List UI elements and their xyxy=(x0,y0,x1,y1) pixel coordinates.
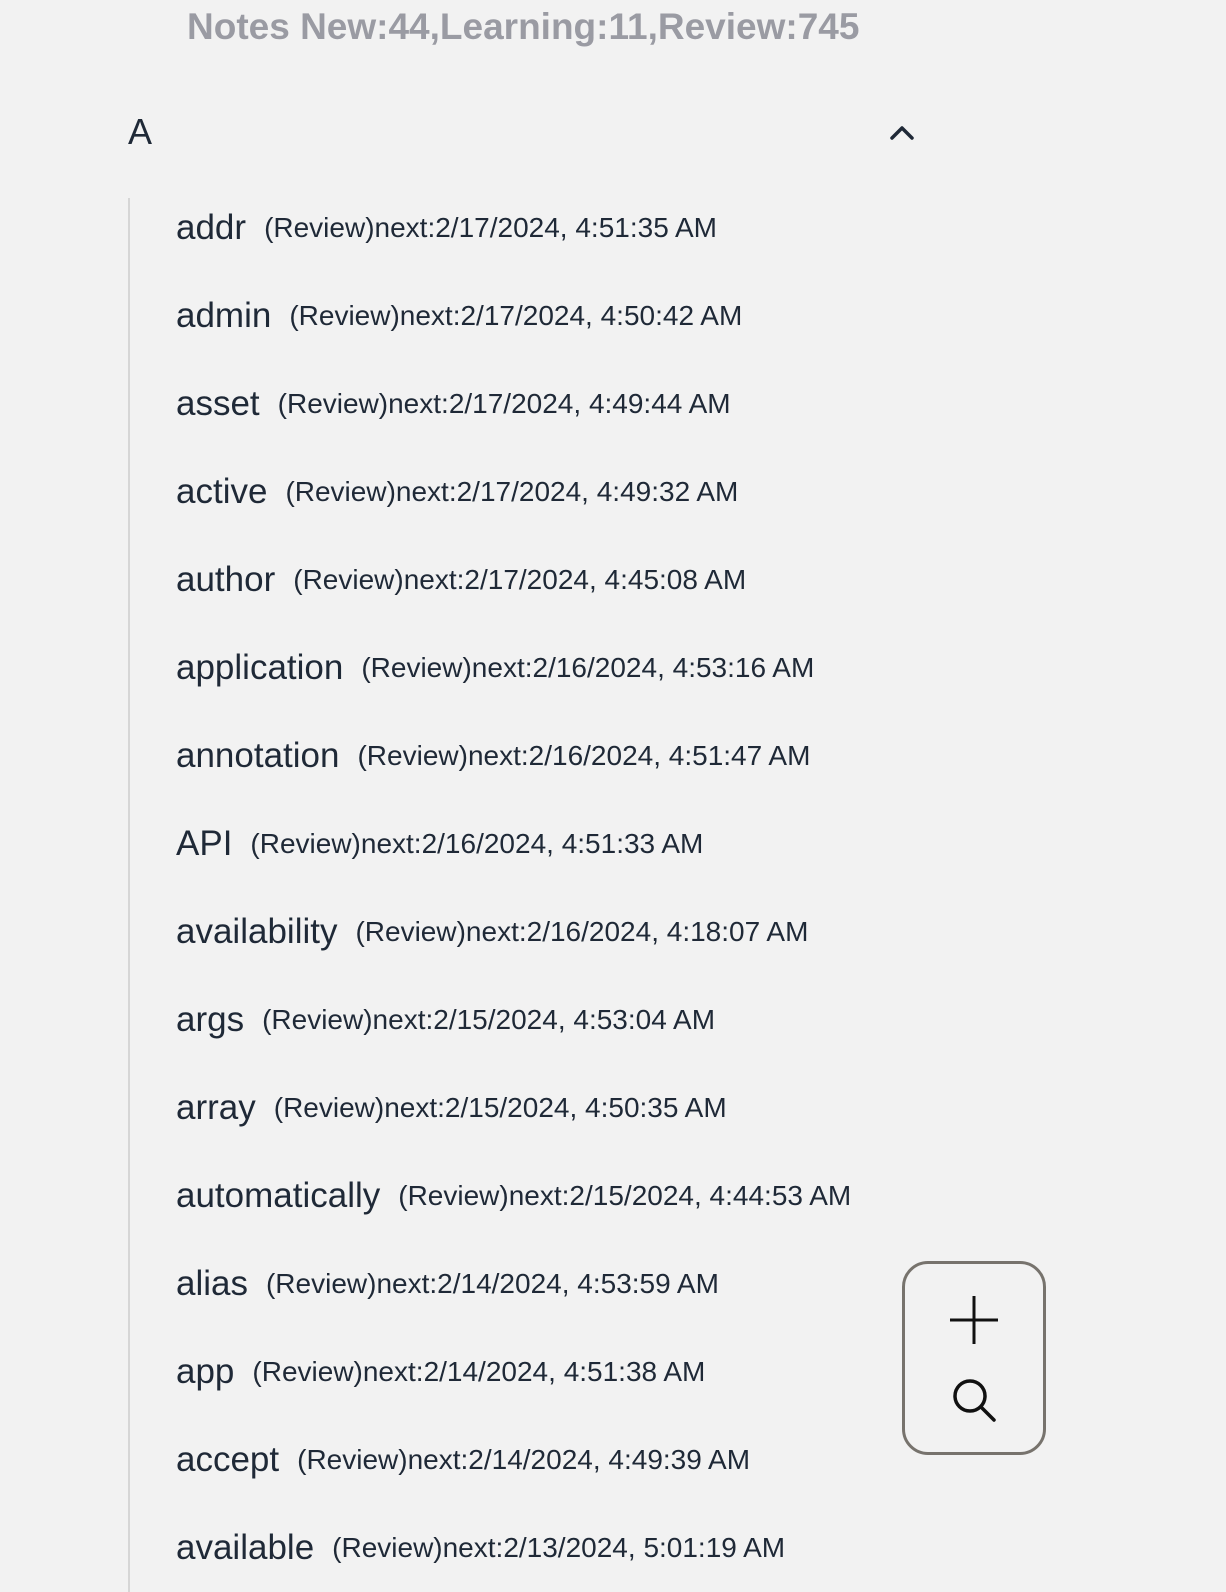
note-schedule: (Review)next:2/17/2024, 4:49:32 AM xyxy=(285,476,739,507)
note-schedule: (Review)next:2/17/2024, 4:50:42 AM xyxy=(289,300,743,331)
note-schedule: (Review)next:2/15/2024, 4:44:53 AM xyxy=(398,1180,852,1211)
notes-list: addr (Review)next:2/17/2024, 4:51:35 AM … xyxy=(128,198,890,1592)
list-item[interactable]: availability (Review)next:2/16/2024, 4:1… xyxy=(176,902,808,962)
list-item[interactable]: author (Review)next:2/17/2024, 4:45:08 A… xyxy=(176,550,746,610)
collapse-toggle-button[interactable] xyxy=(882,112,922,152)
note-schedule: (Review)next:2/15/2024, 4:50:35 AM xyxy=(273,1092,727,1123)
list-item[interactable]: array (Review)next:2/15/2024, 4:50:35 AM xyxy=(176,1078,727,1138)
note-schedule: (Review)next:2/16/2024, 4:18:07 AM xyxy=(355,916,809,947)
note-schedule: (Review)next:2/17/2024, 4:51:35 AM xyxy=(264,212,717,243)
list-item[interactable]: args (Review)next:2/15/2024, 4:53:04 AM xyxy=(176,990,715,1050)
list-item[interactable]: available (Review)next:2/13/2024, 5:01:1… xyxy=(176,1518,785,1578)
search-icon xyxy=(953,1379,996,1422)
note-schedule: (Review)next:2/14/2024, 4:49:39 AM xyxy=(297,1444,751,1475)
section-header-a: A xyxy=(128,104,928,160)
list-item[interactable]: accept (Review)next:2/14/2024, 4:49:39 A… xyxy=(176,1430,750,1490)
plus-icon xyxy=(950,1296,998,1344)
list-item[interactable]: asset (Review)next:2/17/2024, 4:49:44 AM xyxy=(176,374,731,434)
note-schedule: (Review)next:2/17/2024, 4:45:08 AM xyxy=(293,564,747,595)
note-word: app xyxy=(176,1352,235,1391)
note-word: accept xyxy=(176,1440,280,1479)
add-note-button[interactable] xyxy=(905,1282,1043,1358)
note-word: alias xyxy=(176,1264,248,1303)
note-schedule: (Review)next:2/16/2024, 4:53:16 AM xyxy=(361,652,815,683)
list-item[interactable]: addr (Review)next:2/17/2024, 4:51:35 AM xyxy=(176,198,717,258)
note-schedule: (Review)next:2/16/2024, 4:51:33 AM xyxy=(250,828,704,859)
note-word: availability xyxy=(176,912,338,951)
note-schedule: (Review)next:2/14/2024, 4:51:38 AM xyxy=(252,1356,706,1387)
note-word: API xyxy=(176,824,233,863)
note-word: automatically xyxy=(176,1176,381,1215)
search-button[interactable] xyxy=(905,1362,1043,1438)
note-schedule: (Review)next:2/16/2024, 4:51:47 AM xyxy=(357,740,811,771)
list-item[interactable]: active (Review)next:2/17/2024, 4:49:32 A… xyxy=(176,462,738,522)
list-item[interactable]: admin (Review)next:2/17/2024, 4:50:42 AM xyxy=(176,286,742,346)
note-schedule: (Review)next:2/13/2024, 5:01:19 AM xyxy=(332,1532,786,1563)
note-word: array xyxy=(176,1088,256,1127)
list-item[interactable]: automatically (Review)next:2/15/2024, 4:… xyxy=(176,1166,851,1226)
list-item[interactable]: app (Review)next:2/14/2024, 4:51:38 AM xyxy=(176,1342,705,1402)
note-schedule: (Review)next:2/15/2024, 4:53:04 AM xyxy=(262,1004,716,1035)
chevron-up-icon xyxy=(890,126,914,140)
note-word: annotation xyxy=(176,736,340,775)
note-schedule: (Review)next:2/17/2024, 4:49:44 AM xyxy=(277,388,731,419)
list-item[interactable]: application (Review)next:2/16/2024, 4:53… xyxy=(176,638,814,698)
section-letter: A xyxy=(128,111,153,152)
note-word: addr xyxy=(176,208,247,247)
list-item[interactable]: alias (Review)next:2/14/2024, 4:53:59 AM xyxy=(176,1254,719,1314)
list-item[interactable]: annotation (Review)next:2/16/2024, 4:51:… xyxy=(176,726,810,786)
note-word: available xyxy=(176,1528,315,1567)
note-word: author xyxy=(176,560,276,599)
list-item[interactable]: API (Review)next:2/16/2024, 4:51:33 AM xyxy=(176,814,703,874)
note-word: args xyxy=(176,1000,245,1039)
note-schedule: (Review)next:2/14/2024, 4:53:59 AM xyxy=(265,1268,719,1299)
note-word: active xyxy=(176,472,268,511)
notes-stats: Notes New:44,Learning:11,Review:745 xyxy=(187,6,860,47)
note-word: application xyxy=(176,648,344,687)
floating-action-panel xyxy=(902,1261,1046,1455)
note-word: asset xyxy=(176,384,260,423)
note-word: admin xyxy=(176,296,272,335)
